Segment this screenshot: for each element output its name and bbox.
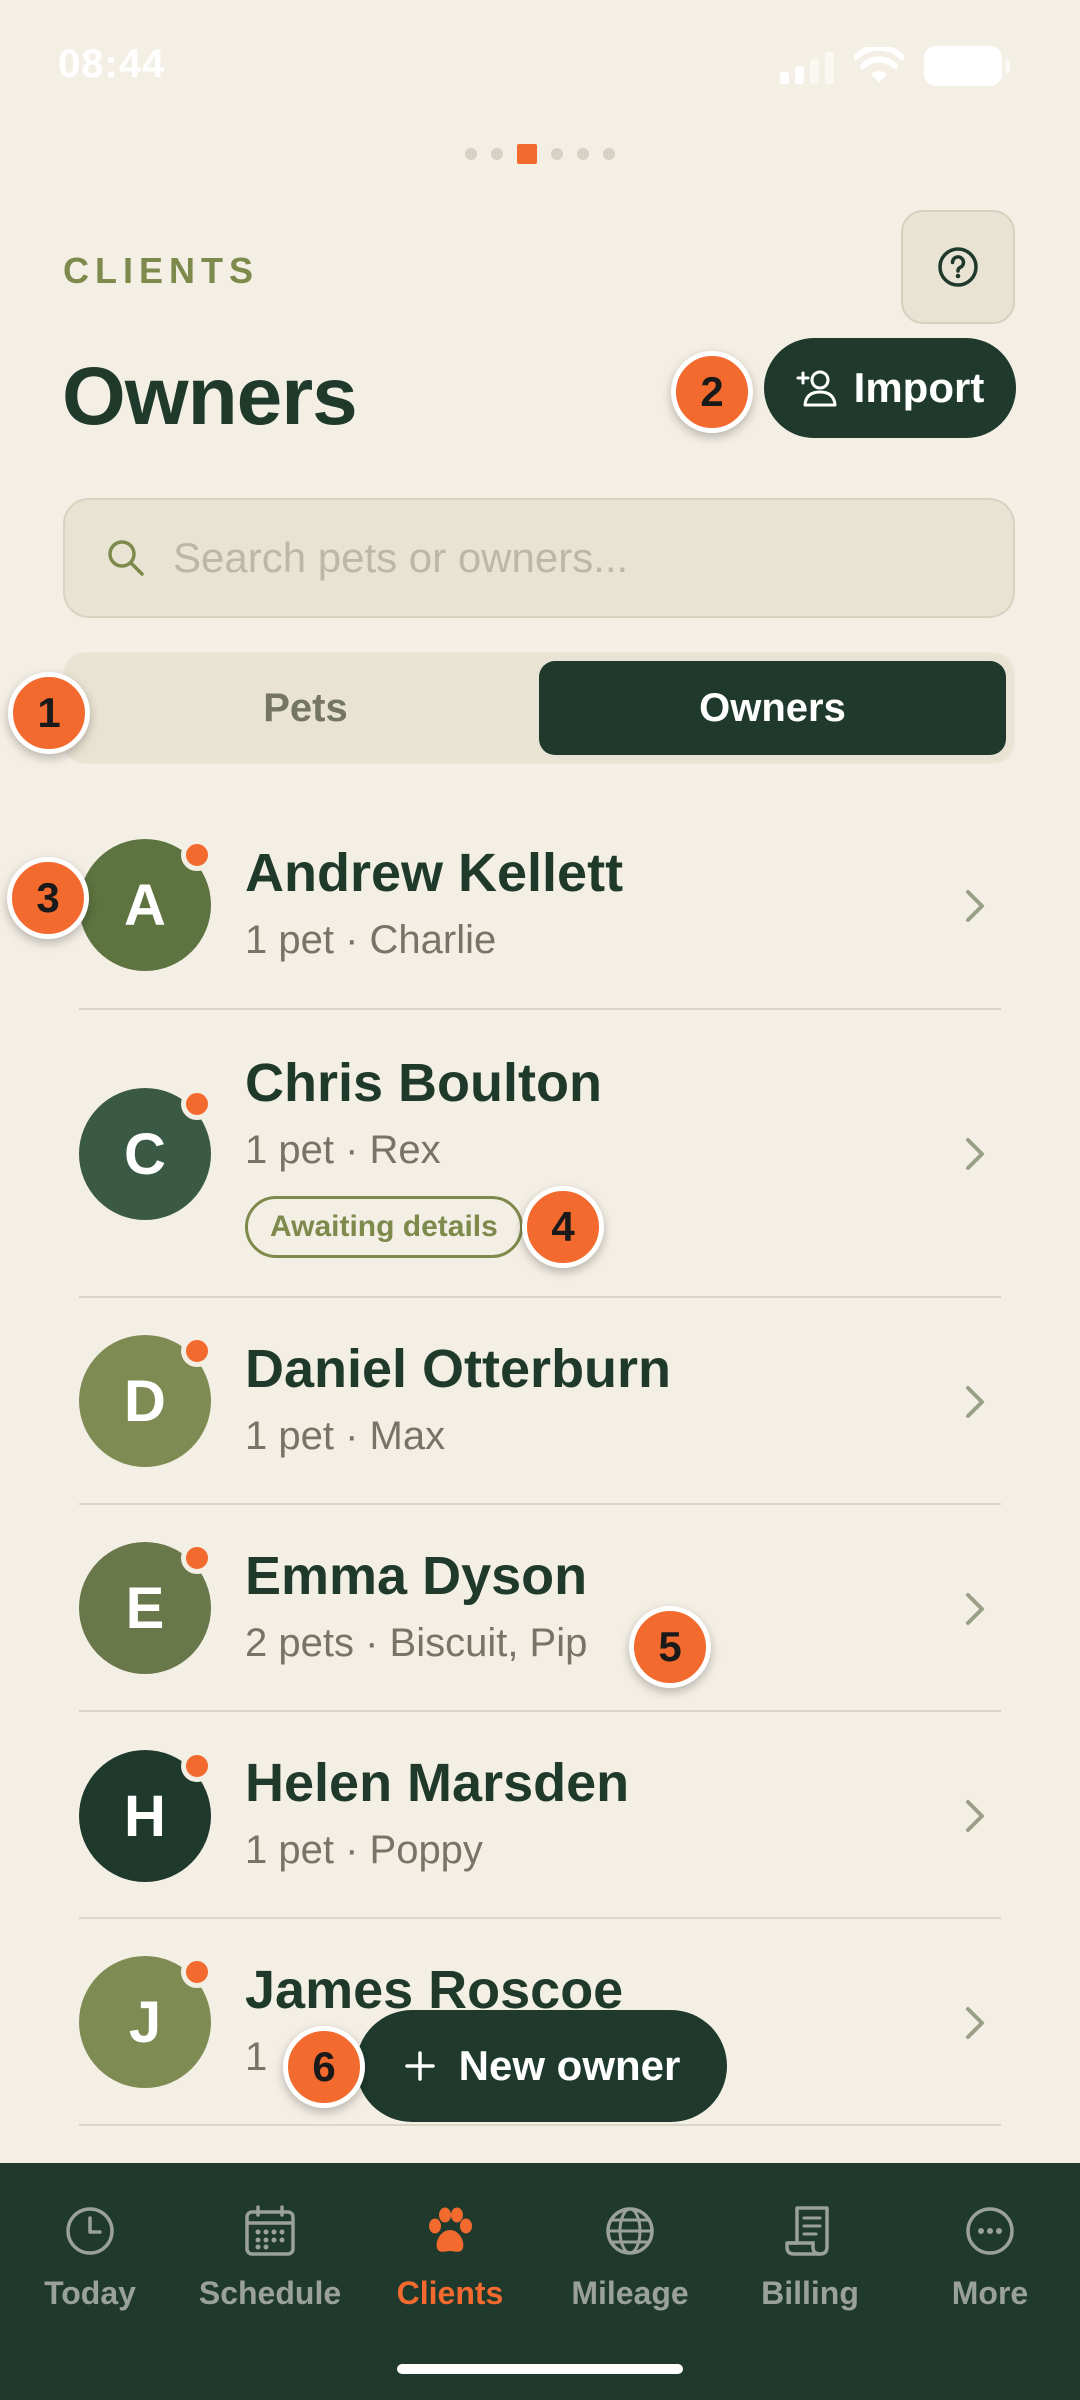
home-indicator — [397, 2364, 683, 2374]
tab-schedule[interactable]: Schedule — [180, 2203, 360, 2312]
clock-icon — [66, 2207, 114, 2255]
tab-owners[interactable]: Owners — [539, 661, 1006, 755]
search-icon — [108, 540, 144, 576]
tab-label: Today — [44, 2275, 136, 2311]
annotation-marker-2: 2 — [671, 351, 753, 433]
chevron-right-icon — [966, 1593, 984, 1625]
owner-name: Andrew Kellett — [245, 843, 624, 903]
page-dot — [465, 148, 477, 160]
avatar: A — [79, 839, 213, 971]
avatar-initial: E — [125, 1575, 165, 1641]
more-icon — [966, 2207, 1014, 2255]
tab-label: Clients — [396, 2275, 504, 2311]
chevron-right-icon — [966, 2007, 984, 2039]
tab-label: More — [951, 2275, 1029, 2311]
tab-label: Schedule — [198, 2275, 342, 2311]
status-icons — [780, 46, 1010, 86]
search-bar[interactable] — [63, 498, 1015, 618]
annotation-marker-1: 1 — [8, 672, 90, 754]
owner-row-andrew-kellett[interactable]: A Andrew Kellett 1 pet · Charlie — [0, 800, 1080, 1010]
page-dot — [551, 148, 563, 160]
avatar-initial: C — [124, 1121, 166, 1187]
search-input[interactable] — [173, 534, 973, 582]
paw-icon — [429, 2207, 472, 2252]
tab-mileage[interactable]: Mileage — [540, 2203, 720, 2312]
tab-label: Billing — [761, 2275, 859, 2311]
section-label: CLIENTS — [63, 250, 260, 291]
owner-name: Helen Marsden — [245, 1753, 630, 1813]
plus-icon — [404, 2051, 435, 2081]
owner-pets: 1 pet · Charlie — [245, 918, 497, 962]
avatar-initial: D — [124, 1368, 166, 1434]
notification-dot — [181, 1750, 213, 1782]
tab-today[interactable]: Today — [0, 2203, 180, 2312]
page-dot — [603, 148, 615, 160]
receipt-icon — [785, 2206, 829, 2256]
status-time: 08:44 — [58, 42, 166, 86]
add-user-icon — [796, 370, 837, 407]
tab-clients[interactable]: Clients — [360, 2203, 540, 2312]
annotation-marker-5: 5 — [629, 1606, 711, 1688]
page-dot — [577, 148, 589, 160]
view-toggle: Pets Owners — [63, 652, 1015, 764]
notification-dot — [181, 1956, 213, 1988]
annotation-marker-4: 4 — [522, 1186, 604, 1268]
page-indicator — [0, 144, 1080, 164]
avatar-initial: J — [128, 1989, 162, 2055]
question-icon — [938, 247, 978, 287]
owner-name: Emma Dyson — [245, 1546, 588, 1606]
tab-billing[interactable]: Billing — [720, 2203, 900, 2312]
owner-row-emma-dyson[interactable]: E Emma Dyson 2 pets · Biscuit, Pip — [0, 1505, 1080, 1712]
import-label: Import — [853, 364, 985, 411]
help-button[interactable] — [901, 210, 1015, 324]
page-dot — [491, 148, 503, 160]
owner-name: Chris Boulton — [245, 1053, 602, 1113]
cellular-signal-icon — [780, 48, 834, 84]
globe-icon — [606, 2207, 654, 2255]
row-divider — [79, 2124, 1001, 2126]
new-owner-button[interactable]: New owner — [356, 2010, 727, 2122]
battery-icon — [924, 46, 1010, 86]
chevron-right-icon — [966, 1138, 984, 1170]
owner-row-helen-marsden[interactable]: H Helen Marsden 1 pet · Poppy — [0, 1712, 1080, 1919]
owner-name: Daniel Otterburn — [245, 1339, 672, 1399]
notification-dot — [181, 1335, 213, 1367]
notification-dot — [181, 1542, 213, 1574]
calendar-icon — [245, 2205, 295, 2256]
owner-row-daniel-otterburn[interactable]: D Daniel Otterburn 1 pet · Max — [0, 1298, 1080, 1505]
status-bar: 08:44 — [0, 0, 1080, 130]
tab-more[interactable]: More — [900, 2203, 1080, 2312]
tab-label: Mileage — [571, 2275, 689, 2311]
chevron-right-icon — [966, 1800, 984, 1832]
tab-pets[interactable]: Pets — [72, 661, 539, 755]
owner-pets: 1 pet · Rex — [245, 1128, 441, 1172]
wifi-icon — [854, 47, 904, 83]
chevron-right-icon — [966, 1386, 984, 1418]
status-badge: Awaiting details — [245, 1196, 523, 1258]
avatar: E — [79, 1542, 213, 1674]
avatar-initial: A — [124, 872, 166, 938]
avatar: J — [79, 1956, 213, 2088]
avatar-initial: H — [124, 1783, 166, 1849]
notification-dot — [181, 1088, 213, 1120]
annotation-marker-3: 3 — [7, 857, 89, 939]
chevron-right-icon — [966, 890, 984, 922]
owner-pets: 1 pet · Poppy — [245, 1828, 483, 1872]
owner-pets: 1 — [245, 2035, 268, 2079]
page-title: Owners — [62, 351, 358, 442]
annotation-marker-6: 6 — [283, 2026, 365, 2108]
notification-dot — [181, 839, 213, 871]
import-button[interactable]: Import — [764, 338, 1016, 438]
avatar: C — [79, 1088, 213, 1220]
owner-pets: 2 pets · Biscuit, Pip — [245, 1621, 588, 1665]
page-dot-active — [517, 144, 537, 164]
owner-pets: 1 pet · Max — [245, 1414, 446, 1458]
avatar: D — [79, 1335, 213, 1467]
new-owner-label: New owner — [458, 2042, 681, 2089]
avatar: H — [79, 1750, 213, 1882]
